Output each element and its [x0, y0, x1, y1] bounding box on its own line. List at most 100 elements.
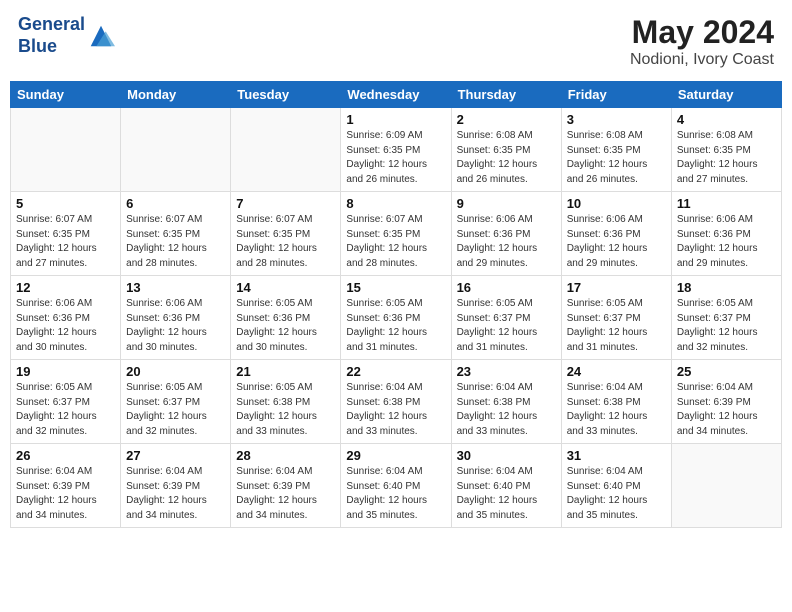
day-number: 13: [126, 280, 225, 295]
day-info: Sunrise: 6:06 AM Sunset: 6:36 PM Dayligh…: [16, 297, 115, 355]
calendar-week-row: 19 Sunrise: 6:05 AM Sunset: 6:37 PM Dayli…: [11, 360, 782, 444]
day-number: 27: [126, 448, 225, 463]
weekday-header: Saturday: [671, 82, 781, 108]
day-info: Sunrise: 6:04 AM Sunset: 6:40 PM Dayligh…: [567, 465, 666, 523]
calendar-week-row: 12 Sunrise: 6:06 AM Sunset: 6:36 PM Dayli…: [11, 276, 782, 360]
calendar-cell: 30 Sunrise: 6:04 AM Sunset: 6:40 PM Dayli…: [451, 444, 561, 528]
day-number: 7: [236, 196, 335, 211]
day-info: Sunrise: 6:07 AM Sunset: 6:35 PM Dayligh…: [126, 213, 225, 271]
calendar-cell: 27 Sunrise: 6:04 AM Sunset: 6:39 PM Dayli…: [121, 444, 231, 528]
day-number: 12: [16, 280, 115, 295]
day-info: Sunrise: 6:09 AM Sunset: 6:35 PM Dayligh…: [346, 129, 445, 187]
title-block: May 2024 Nodioni, Ivory Coast: [630, 14, 774, 69]
day-number: 16: [457, 280, 556, 295]
calendar-cell: 15Sunrise: 6:05 AM Sunset: 6:36 PM Dayli…: [341, 276, 451, 360]
weekday-header: Tuesday: [231, 82, 341, 108]
logo-icon: [87, 22, 115, 50]
day-number: 14: [236, 280, 335, 295]
day-number: 9: [457, 196, 556, 211]
day-number: 28: [236, 448, 335, 463]
calendar-cell: 26Sunrise: 6:04 AM Sunset: 6:39 PM Dayli…: [11, 444, 121, 528]
month-title: May 2024: [630, 14, 774, 51]
day-number: 23: [457, 364, 556, 379]
day-info: Sunrise: 6:06 AM Sunset: 6:36 PM Dayligh…: [567, 213, 666, 271]
day-info: Sunrise: 6:05 AM Sunset: 6:37 PM Dayligh…: [567, 297, 666, 355]
calendar-cell: 22 Sunrise: 6:04 AM Sunset: 6:38 PM Dayli…: [341, 360, 451, 444]
calendar-cell: 20Sunrise: 6:05 AM Sunset: 6:37 PM Dayli…: [121, 360, 231, 444]
day-info: Sunrise: 6:04 AM Sunset: 6:40 PM Dayligh…: [346, 465, 445, 523]
page-header: GeneralBlue May 2024 Nodioni, Ivory Coas…: [10, 10, 782, 73]
day-info: Sunrise: 6:05 AM Sunset: 6:37 PM Dayligh…: [16, 381, 115, 439]
day-info: Sunrise: 6:05 AM Sunset: 6:36 PM Dayligh…: [346, 297, 445, 355]
day-info: Sunrise: 6:04 AM Sunset: 6:40 PM Dayligh…: [457, 465, 556, 523]
day-info: Sunrise: 6:06 AM Sunset: 6:36 PM Dayligh…: [677, 213, 776, 271]
weekday-header: Friday: [561, 82, 671, 108]
day-info: Sunrise: 6:06 AM Sunset: 6:36 PM Dayligh…: [457, 213, 556, 271]
calendar-cell: 6 Sunrise: 6:07 AM Sunset: 6:35 PM Daylig…: [121, 192, 231, 276]
day-info: Sunrise: 6:04 AM Sunset: 6:38 PM Dayligh…: [457, 381, 556, 439]
day-number: 2: [457, 112, 556, 127]
calendar-cell: 18 Sunrise: 6:05 AM Sunset: 6:37 PM Dayli…: [671, 276, 781, 360]
day-number: 29: [346, 448, 445, 463]
day-info: Sunrise: 6:05 AM Sunset: 6:37 PM Dayligh…: [677, 297, 776, 355]
day-info: Sunrise: 6:04 AM Sunset: 6:38 PM Dayligh…: [346, 381, 445, 439]
calendar-cell: 21 Sunrise: 6:05 AM Sunset: 6:38 PM Dayli…: [231, 360, 341, 444]
calendar-cell: 19 Sunrise: 6:05 AM Sunset: 6:37 PM Dayli…: [11, 360, 121, 444]
calendar-cell: 7 Sunrise: 6:07 AM Sunset: 6:35 PM Daylig…: [231, 192, 341, 276]
day-number: 1: [346, 112, 445, 127]
calendar-cell: 10 Sunrise: 6:06 AM Sunset: 6:36 PM Dayli…: [561, 192, 671, 276]
day-number: 5: [16, 196, 115, 211]
day-info: Sunrise: 6:08 AM Sunset: 6:35 PM Dayligh…: [567, 129, 666, 187]
calendar-cell: 3 Sunrise: 6:08 AM Sunset: 6:35 PM Daylig…: [561, 108, 671, 192]
day-number: 19: [16, 364, 115, 379]
day-number: 4: [677, 112, 776, 127]
calendar-cell: [671, 444, 781, 528]
day-info: Sunrise: 6:04 AM Sunset: 6:39 PM Dayligh…: [126, 465, 225, 523]
day-number: 22: [346, 364, 445, 379]
calendar-cell: 13Sunrise: 6:06 AM Sunset: 6:36 PM Dayli…: [121, 276, 231, 360]
calendar-cell: 25 Sunrise: 6:04 AM Sunset: 6:39 PM Dayli…: [671, 360, 781, 444]
weekday-header-row: SundayMondayTuesdayWednesdayThursdayFrid…: [11, 82, 782, 108]
day-info: Sunrise: 6:08 AM Sunset: 6:35 PM Dayligh…: [457, 129, 556, 187]
calendar-week-row: 5 Sunrise: 6:07 AM Sunset: 6:35 PM Daylig…: [11, 192, 782, 276]
calendar-cell: 16 Sunrise: 6:05 AM Sunset: 6:37 PM Dayli…: [451, 276, 561, 360]
day-info: Sunrise: 6:07 AM Sunset: 6:35 PM Dayligh…: [236, 213, 335, 271]
day-info: Sunrise: 6:04 AM Sunset: 6:38 PM Dayligh…: [567, 381, 666, 439]
day-number: 21: [236, 364, 335, 379]
logo: GeneralBlue: [18, 14, 115, 57]
day-number: 11: [677, 196, 776, 211]
calendar-cell: 12 Sunrise: 6:06 AM Sunset: 6:36 PM Dayli…: [11, 276, 121, 360]
day-info: Sunrise: 6:05 AM Sunset: 6:36 PM Dayligh…: [236, 297, 335, 355]
day-info: Sunrise: 6:04 AM Sunset: 6:39 PM Dayligh…: [677, 381, 776, 439]
day-number: 31: [567, 448, 666, 463]
day-info: Sunrise: 6:08 AM Sunset: 6:35 PM Dayligh…: [677, 129, 776, 187]
calendar-cell: 29 Sunrise: 6:04 AM Sunset: 6:40 PM Dayli…: [341, 444, 451, 528]
day-info: Sunrise: 6:07 AM Sunset: 6:35 PM Dayligh…: [346, 213, 445, 271]
calendar-cell: 2 Sunrise: 6:08 AM Sunset: 6:35 PM Daylig…: [451, 108, 561, 192]
day-info: Sunrise: 6:04 AM Sunset: 6:39 PM Dayligh…: [16, 465, 115, 523]
calendar-cell: [121, 108, 231, 192]
weekday-header: Wednesday: [341, 82, 451, 108]
day-number: 17: [567, 280, 666, 295]
day-number: 6: [126, 196, 225, 211]
day-number: 8: [346, 196, 445, 211]
day-number: 30: [457, 448, 556, 463]
calendar-cell: 31 Sunrise: 6:04 AM Sunset: 6:40 PM Dayli…: [561, 444, 671, 528]
day-number: 10: [567, 196, 666, 211]
day-number: 20: [126, 364, 225, 379]
calendar-cell: 23 Sunrise: 6:04 AM Sunset: 6:38 PM Dayli…: [451, 360, 561, 444]
day-info: Sunrise: 6:05 AM Sunset: 6:37 PM Dayligh…: [457, 297, 556, 355]
day-info: Sunrise: 6:05 AM Sunset: 6:38 PM Dayligh…: [236, 381, 335, 439]
calendar-cell: 5Sunrise: 6:07 AM Sunset: 6:35 PM Daylig…: [11, 192, 121, 276]
day-info: Sunrise: 6:04 AM Sunset: 6:39 PM Dayligh…: [236, 465, 335, 523]
calendar-cell: 17 Sunrise: 6:05 AM Sunset: 6:37 PM Dayli…: [561, 276, 671, 360]
weekday-header: Sunday: [11, 82, 121, 108]
calendar-cell: 11 Sunrise: 6:06 AM Sunset: 6:36 PM Dayli…: [671, 192, 781, 276]
day-number: 25: [677, 364, 776, 379]
calendar-week-row: 26Sunrise: 6:04 AM Sunset: 6:39 PM Dayli…: [11, 444, 782, 528]
day-number: 3: [567, 112, 666, 127]
day-number: 18: [677, 280, 776, 295]
calendar-cell: 14 Sunrise: 6:05 AM Sunset: 6:36 PM Dayli…: [231, 276, 341, 360]
calendar-cell: [11, 108, 121, 192]
calendar-cell: 4 Sunrise: 6:08 AM Sunset: 6:35 PM Daylig…: [671, 108, 781, 192]
